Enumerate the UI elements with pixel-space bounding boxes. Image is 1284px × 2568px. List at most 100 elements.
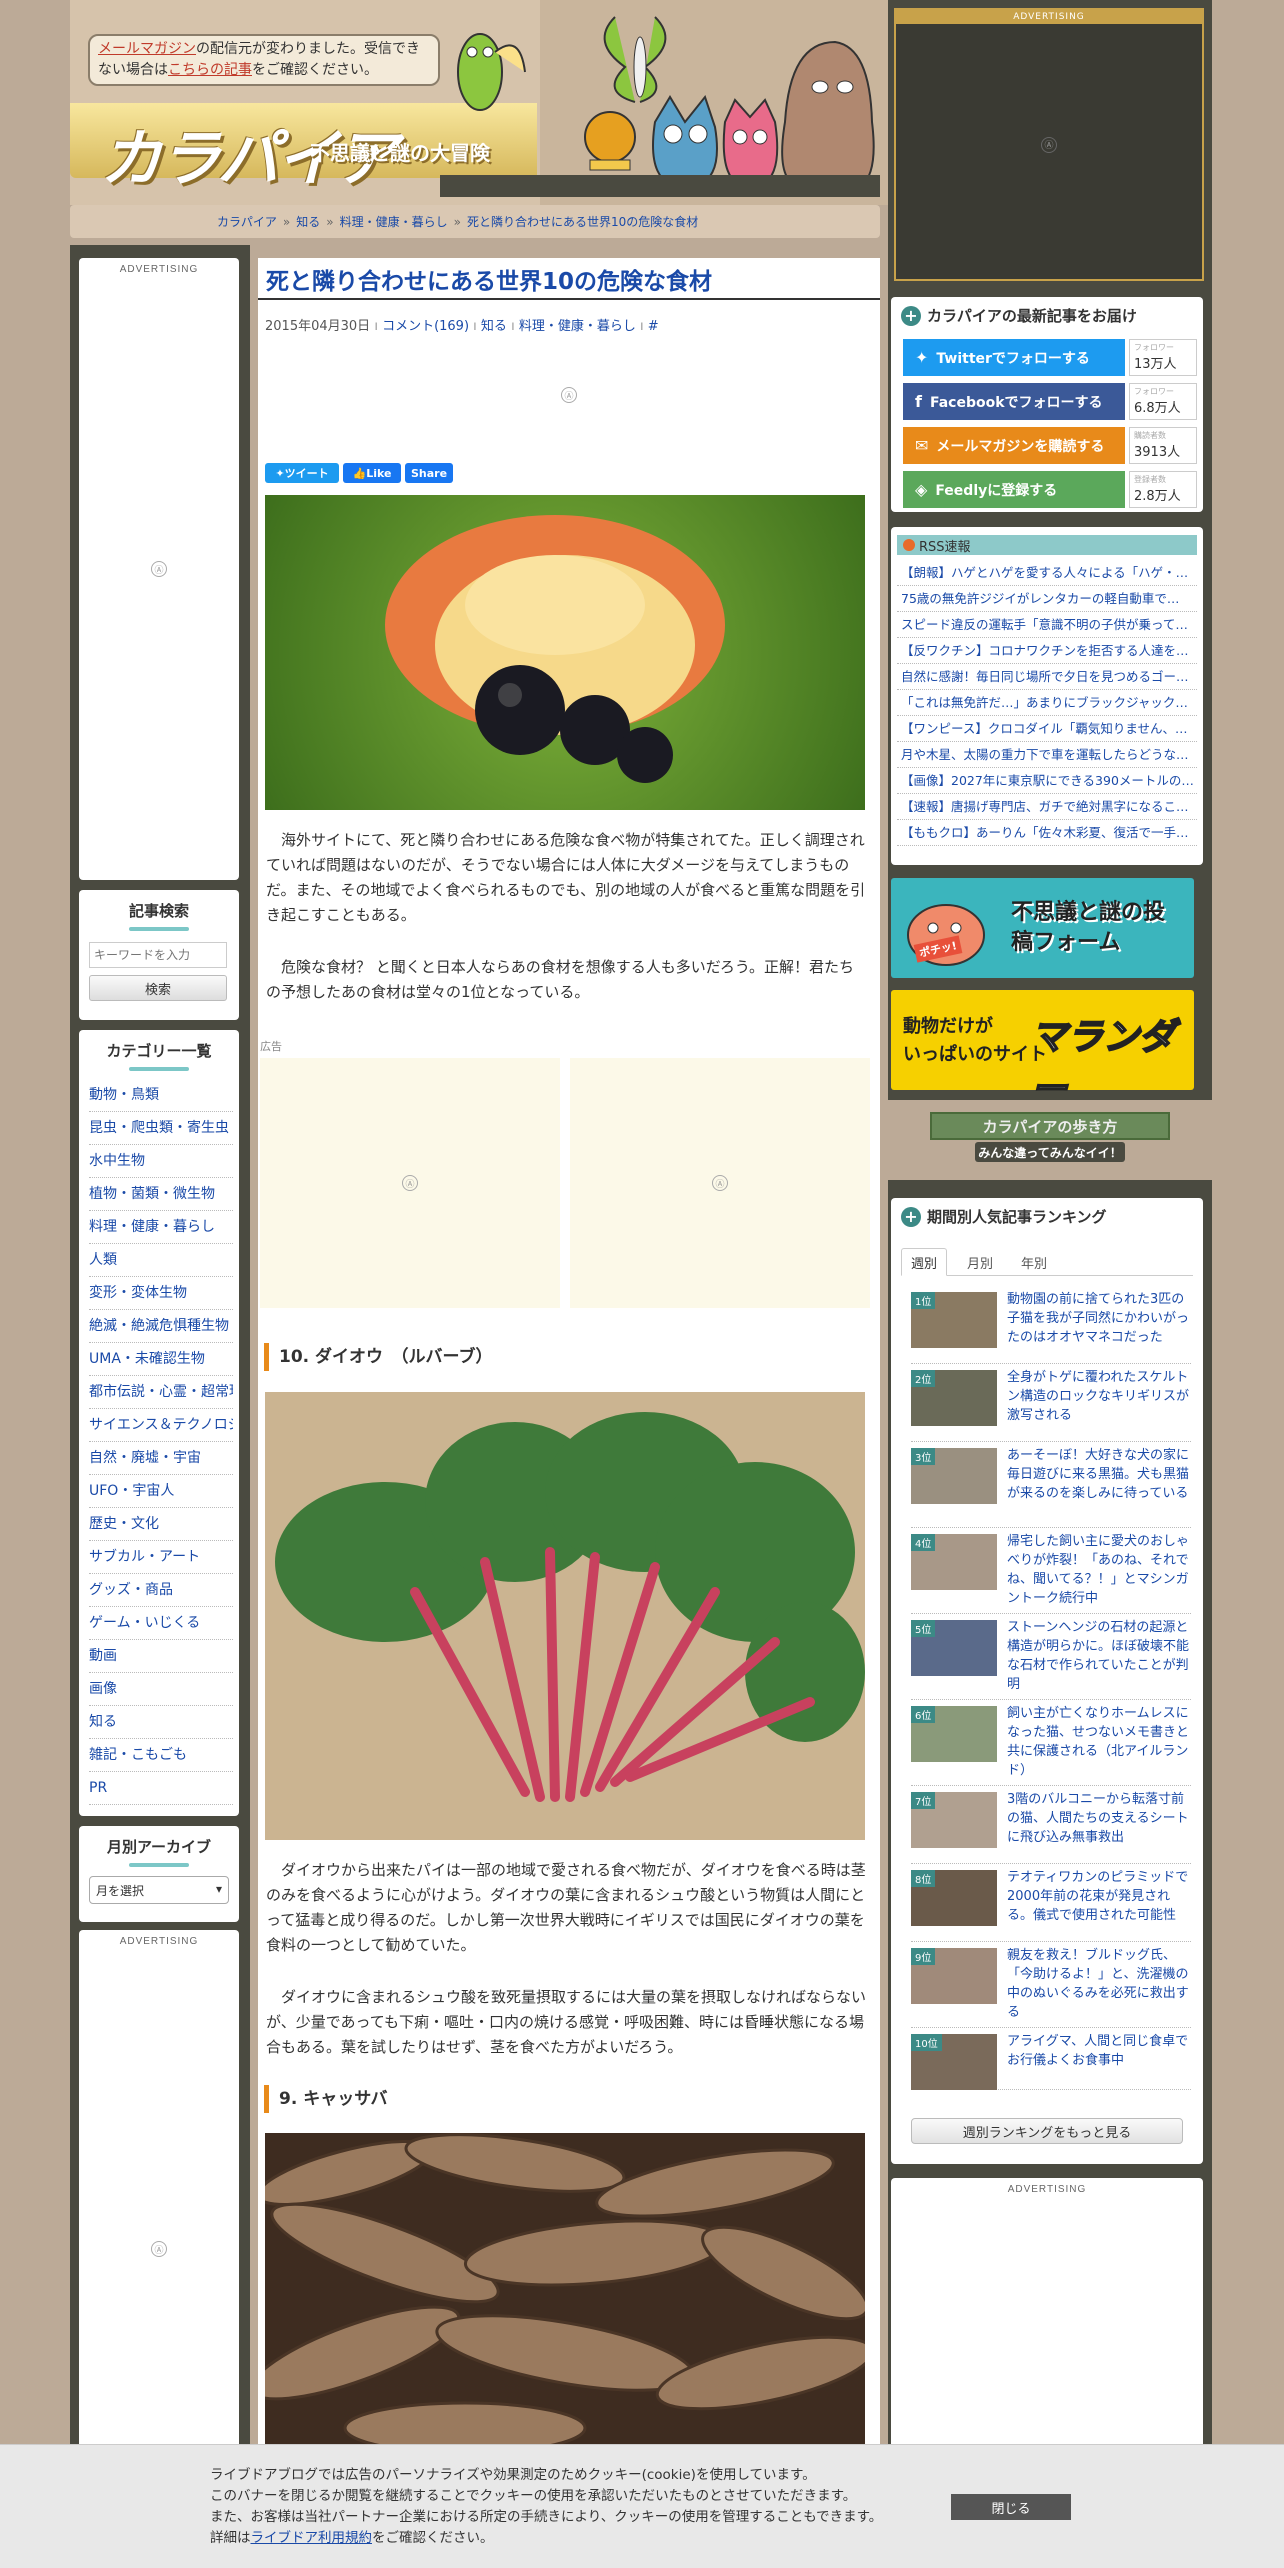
category-item[interactable]: サイエンス＆テクノロジー — [89, 1409, 233, 1442]
search-input[interactable] — [89, 942, 227, 968]
ranking-thumbnail[interactable]: 6位 — [911, 1706, 997, 1762]
ranking-thumbnail[interactable]: 3位 — [911, 1448, 997, 1504]
category-item[interactable]: 動画 — [89, 1640, 233, 1673]
ranking-thumbnail[interactable]: 7位 — [911, 1792, 997, 1848]
tweet-button[interactable]: ✦ ツイート — [265, 463, 339, 483]
ranking-thumbnail[interactable]: 4位 — [911, 1534, 997, 1590]
category-item[interactable]: 人類 — [89, 1244, 233, 1277]
tab-weekly[interactable]: 週別 — [901, 1248, 947, 1276]
permalink[interactable]: # — [648, 319, 659, 334]
rss-item[interactable]: 「これは無免許だ…」あまりにブラックジャック… — [897, 690, 1197, 716]
category-item[interactable]: UFO・宇宙人 — [89, 1475, 233, 1508]
rank-badge: 8位 — [911, 1870, 936, 1887]
category-item[interactable]: 絶滅・絶滅危惧種生物 — [89, 1310, 233, 1343]
category-item[interactable]: 昆虫・爬虫類・寄生虫 — [89, 1112, 233, 1145]
rss-item[interactable]: 【速報】唐揚げ専門店、ガチで絶対黒字になるこ… — [897, 794, 1197, 820]
comments-link[interactable]: コメント(169) — [382, 319, 469, 334]
tab-monthly[interactable]: 月別 — [957, 1248, 1003, 1276]
ranking-item[interactable]: 4位 帰宅した飼い主に愛犬のおしゃべりが炸裂！「あのね、それでね、聞いてる？！」と… — [911, 1528, 1191, 1614]
ad-icon[interactable]: Ⓐ — [402, 1175, 418, 1191]
ad-icon[interactable]: Ⓐ — [151, 2241, 167, 2257]
ad-icon[interactable]: Ⓐ — [712, 1175, 728, 1191]
category-item[interactable]: 植物・菌類・微生物 — [89, 1178, 233, 1211]
category-item[interactable]: 変形・変体生物 — [89, 1277, 233, 1310]
ranking-item[interactable]: 10位 アライグマ、人間と同じ食卓でお行儀よくお食事中 — [911, 2028, 1191, 2090]
ranking-thumbnail[interactable]: 9位 — [911, 1948, 997, 2004]
category-item[interactable]: 雑記・こもごも — [89, 1739, 233, 1772]
rss-item[interactable]: 【反ワクチン】コロナワクチンを拒否する人達を… — [897, 638, 1197, 664]
category-item[interactable]: 画像 — [89, 1673, 233, 1706]
ranking-thumbnail[interactable]: 1位 — [911, 1292, 997, 1348]
category-item[interactable]: サブカル・アート — [89, 1541, 233, 1574]
ranking-thumbnail[interactable]: 10位 — [911, 2034, 997, 2090]
breadcrumb-home[interactable]: カラパイア — [217, 213, 277, 230]
rss-item[interactable]: 【ワンピース】クロコダイル「覇気知りません、… — [897, 716, 1197, 742]
ranking-item[interactable]: 7位 3階のバルコニーから転落寸前の猫、人間たちの支えるシートに飛び込み無事救出 — [911, 1786, 1191, 1864]
ranking-item[interactable]: 2位 全身がトゲに覆われたスケルトン構造のロックなキリギリスが激写される — [911, 1364, 1191, 1442]
follow-button[interactable]: ◈ Feedlyに登録する — [903, 471, 1125, 508]
category-link-know[interactable]: 知る — [481, 319, 507, 334]
category-item[interactable]: グッズ・商品 — [89, 1574, 233, 1607]
category-item[interactable]: PR — [89, 1772, 233, 1805]
cookie-close-button[interactable]: 閉じる — [951, 2494, 1071, 2520]
rss-item[interactable]: 自然に感謝！毎日同じ場所で夕日を見つめるゴー… — [897, 664, 1197, 690]
ranking-item[interactable]: 8位 テオティワカンのピラミッドで2000年前の花束が発見される。儀式で使用された… — [911, 1864, 1191, 1942]
ranking-title-link[interactable]: ストーンヘンジの石材の起源と構造が明らかに。ほぼ破壊不能な石材で作られていたこと… — [1007, 1618, 1189, 1694]
breadcrumb-category[interactable]: 料理・健康・暮らし — [340, 213, 448, 230]
more-ranking-button[interactable]: 週別ランキングをもっと見る — [911, 2118, 1183, 2144]
notice-article-link[interactable]: こちらの記事 — [168, 62, 252, 78]
ranking-thumbnail[interactable]: 5位 — [911, 1620, 997, 1676]
rss-item[interactable]: 75歳の無免許ジジイがレンタカーの軽自動車で… — [897, 586, 1197, 612]
category-item[interactable]: 自然・廃墟・宇宙 — [89, 1442, 233, 1475]
like-button[interactable]: 👍 Like — [343, 463, 401, 483]
ranking-item[interactable]: 6位 飼い主が亡くなりホームレスになった猫、せつないメモ書きと共に保護される（北ア… — [911, 1700, 1191, 1786]
ad-icon[interactable]: Ⓐ — [561, 387, 577, 403]
category-item[interactable]: 都市伝説・心霊・超常現象 — [89, 1376, 233, 1409]
ranking-title-link[interactable]: あーそーぼ！大好きな犬の家に毎日遊びに来る黒猫。犬も黒猫が来るのを楽しみに待って… — [1007, 1446, 1189, 1503]
ranking-title-link[interactable]: テオティワカンのピラミッドで2000年前の花束が発見される。儀式で使用された可能… — [1007, 1868, 1189, 1925]
rss-item[interactable]: 【ももクロ】あーりん「佐々木彩夏、復活で一手… — [897, 820, 1197, 846]
walk-banner[interactable]: カラパイアの歩き方 — [930, 1112, 1170, 1140]
ranking-title-link[interactable]: 動物園の前に捨てられた3匹の子猫を我が子同然にかわいがったのはオオヤマネコだった — [1007, 1290, 1189, 1347]
category-item[interactable]: 料理・健康・暮らし — [89, 1211, 233, 1244]
tab-yearly[interactable]: 年別 — [1011, 1248, 1057, 1276]
ranking-title-link[interactable]: 全身がトゲに覆われたスケルトン構造のロックなキリギリスが激写される — [1007, 1368, 1189, 1425]
terms-link[interactable]: ライブドア利用規約 — [251, 2530, 373, 2546]
mailmag-link[interactable]: メールマガジン — [98, 41, 196, 57]
follow-button[interactable]: f Facebookでフォローする — [903, 383, 1125, 420]
category-item[interactable]: ゲーム・いじくる — [89, 1607, 233, 1640]
ad-icon[interactable]: Ⓐ — [151, 561, 167, 577]
ad-icon[interactable]: Ⓐ — [1041, 136, 1057, 153]
rss-item[interactable]: 【朗報】ハゲとハゲを愛する人々による「ハゲ・… — [897, 560, 1197, 586]
ranking-item[interactable]: 3位 あーそーぼ！大好きな犬の家に毎日遊びに来る黒猫。犬も黒猫が来るのを楽しみに待… — [911, 1442, 1191, 1528]
ranking-title-link[interactable]: 帰宅した飼い主に愛犬のおしゃべりが炸裂！「あのね、それでね、聞いてる？！」とマシ… — [1007, 1532, 1189, 1608]
search-button[interactable]: 検索 — [89, 975, 227, 1001]
ranking-thumbnail[interactable]: 8位 — [911, 1870, 997, 1926]
rss-item[interactable]: 月や木星、太陽の重力下で車を運転したらどうな… — [897, 742, 1197, 768]
marander-banner[interactable]: 動物だけが いっぱいのサイト マランダー — [891, 990, 1194, 1111]
category-item[interactable]: UMA・未確認生物 — [89, 1343, 233, 1376]
ranking-item[interactable]: 5位 ストーンヘンジの石材の起源と構造が明らかに。ほぼ破壊不能な石材で作られていた… — [911, 1614, 1191, 1700]
category-item[interactable]: 動物・鳥類 — [89, 1079, 233, 1112]
ranking-thumbnail[interactable]: 2位 — [911, 1370, 997, 1426]
category-item[interactable]: 水中生物 — [89, 1145, 233, 1178]
follow-button[interactable]: ✦ Twitterでフォローする — [903, 339, 1125, 376]
ranking-title-link[interactable]: 3階のバルコニーから転落寸前の猫、人間たちの支えるシートに飛び込み無事救出 — [1007, 1790, 1189, 1847]
category-item[interactable]: 歴史・文化 — [89, 1508, 233, 1541]
ranking-title-link[interactable]: 親友を救え！ブルドッグ氏、「今助けるよ！」と、洗濯機の中のぬいぐるみを必死に救出… — [1007, 1946, 1189, 2022]
archive-select[interactable]: 月を選択 ▾ — [89, 1876, 229, 1904]
ranking-item[interactable]: 9位 親友を救え！ブルドッグ氏、「今助けるよ！」と、洗濯機の中のぬいぐるみを必死に… — [911, 1942, 1191, 2028]
breadcrumb-article[interactable]: 死と隣り合わせにある世界10の危険な食材 — [467, 213, 698, 230]
breadcrumb-know[interactable]: 知る — [296, 213, 320, 230]
category-link-food[interactable]: 料理・健康・暮らし — [519, 319, 636, 334]
rss-item[interactable]: スピード違反の運転手「意識不明の子供が乗って… — [897, 612, 1197, 638]
ranking-title-link[interactable]: アライグマ、人間と同じ食卓でお行儀よくお食事中 — [1007, 2032, 1189, 2070]
rss-item[interactable]: 【画像】2027年に東京駅にできる390メートルの… — [897, 768, 1197, 794]
share-button[interactable]: Share — [405, 463, 453, 483]
article-title[interactable]: 死と隣り合わせにある世界10の危険な食材 — [266, 262, 712, 296]
category-item[interactable]: 知る — [89, 1706, 233, 1739]
submission-form-banner[interactable]: ポチッ! 不思議と謎の投稿フォーム — [891, 878, 1194, 978]
follow-button[interactable]: ✉ メールマガジンを購読する — [903, 427, 1125, 464]
ranking-title-link[interactable]: 飼い主が亡くなりホームレスになった猫、せつないメモ書きと共に保護される（北アイル… — [1007, 1704, 1189, 1780]
ranking-item[interactable]: 1位 動物園の前に捨てられた3匹の子猫を我が子同然にかわいがったのはオオヤマネコだ… — [911, 1286, 1191, 1364]
